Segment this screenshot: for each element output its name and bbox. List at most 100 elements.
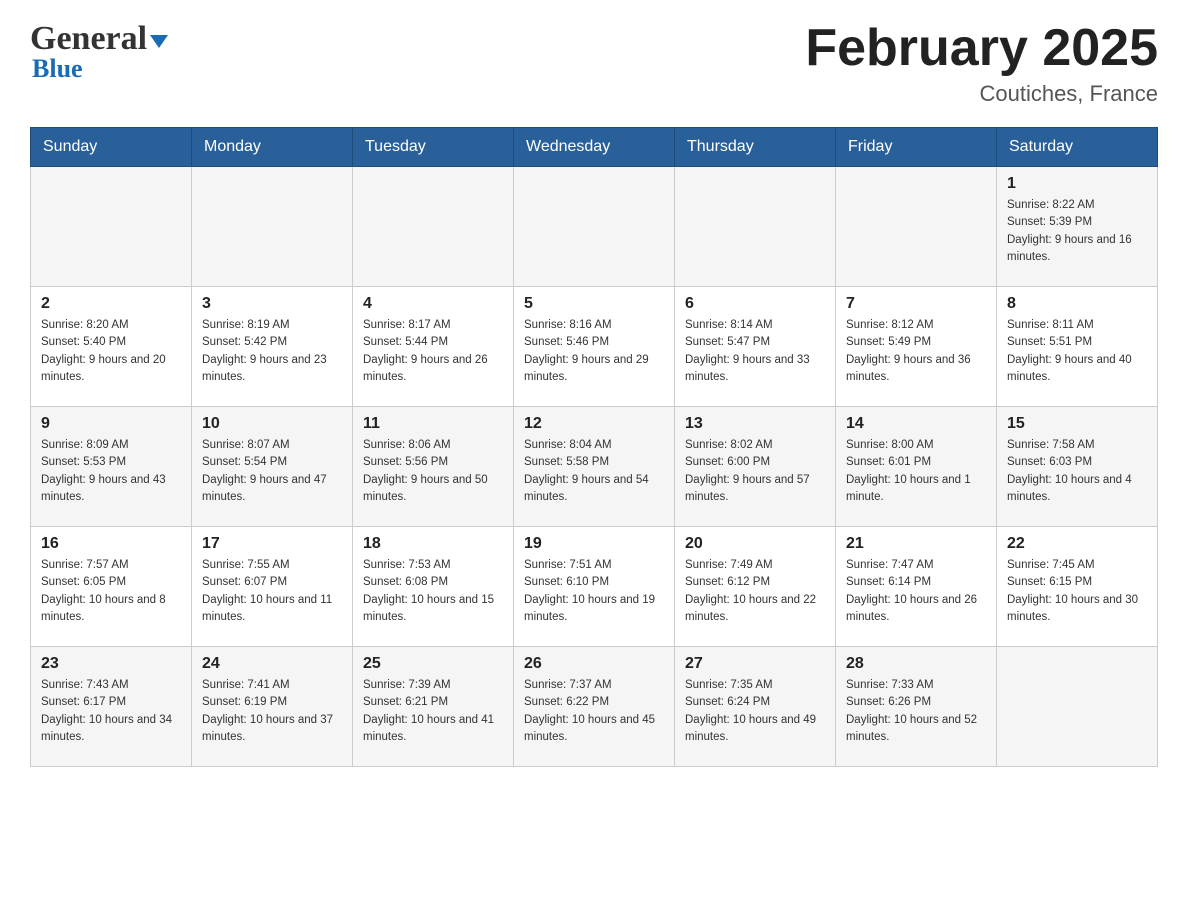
day-number: 24 bbox=[202, 655, 342, 673]
calendar-day-cell: 6Sunrise: 8:14 AMSunset: 5:47 PMDaylight… bbox=[675, 287, 836, 407]
calendar-day-cell: 13 Sunrise: 8:02 AMSunset: 6:00 PMDayligh… bbox=[675, 407, 836, 527]
calendar-day-cell: 26 Sunrise: 7:37 AMSunset: 6:22 PMDayligh… bbox=[514, 647, 675, 767]
day-info: Sunrise: 7:37 AMSunset: 6:22 PMDaylight:… bbox=[524, 677, 664, 746]
day-number: 7 bbox=[846, 295, 986, 313]
calendar-day-cell: 12 Sunrise: 8:04 AMSunset: 5:58 PMDayligh… bbox=[514, 407, 675, 527]
day-info: Sunrise: 7:41 AMSunset: 6:19 PMDaylight:… bbox=[202, 677, 342, 746]
calendar-day-cell bbox=[31, 167, 192, 287]
day-number: 9 bbox=[41, 415, 181, 433]
day-number: 8 bbox=[1007, 295, 1147, 313]
calendar-day-cell: 24 Sunrise: 7:41 AMSunset: 6:19 PMDayligh… bbox=[192, 647, 353, 767]
calendar-day-cell bbox=[675, 167, 836, 287]
day-of-week-header: Saturday bbox=[997, 128, 1158, 167]
calendar-day-cell: 10 Sunrise: 8:07 AMSunset: 5:54 PMDayligh… bbox=[192, 407, 353, 527]
day-info: Sunrise: 8:07 AMSunset: 5:54 PMDaylight:… bbox=[202, 437, 342, 506]
day-number: 5 bbox=[524, 295, 664, 313]
day-number: 28 bbox=[846, 655, 986, 673]
calendar-day-cell bbox=[514, 167, 675, 287]
day-info: Sunrise: 7:47 AMSunset: 6:14 PMDaylight:… bbox=[846, 557, 986, 626]
day-of-week-header: Sunday bbox=[31, 128, 192, 167]
day-info: Sunrise: 8:17 AMSunset: 5:44 PMDaylight:… bbox=[363, 317, 503, 386]
calendar-day-cell: 20 Sunrise: 7:49 AMSunset: 6:12 PMDayligh… bbox=[675, 527, 836, 647]
calendar-week-row: 23 Sunrise: 7:43 AMSunset: 6:17 PMDayligh… bbox=[31, 647, 1158, 767]
day-of-week-header: Thursday bbox=[675, 128, 836, 167]
day-number: 13 bbox=[685, 415, 825, 433]
calendar-day-cell: 8Sunrise: 8:11 AMSunset: 5:51 PMDaylight… bbox=[997, 287, 1158, 407]
calendar-day-cell: 17Sunrise: 7:55 AMSunset: 6:07 PMDayligh… bbox=[192, 527, 353, 647]
day-number: 11 bbox=[363, 415, 503, 433]
day-number: 22 bbox=[1007, 535, 1147, 553]
location-title: Coutiches, France bbox=[805, 81, 1158, 107]
calendar-day-cell: 11 Sunrise: 8:06 AMSunset: 5:56 PMDayligh… bbox=[353, 407, 514, 527]
day-info: Sunrise: 7:57 AMSunset: 6:05 PMDaylight:… bbox=[41, 557, 181, 626]
calendar-day-cell: 21 Sunrise: 7:47 AMSunset: 6:14 PMDayligh… bbox=[836, 527, 997, 647]
calendar-day-cell bbox=[192, 167, 353, 287]
calendar-day-cell bbox=[836, 167, 997, 287]
calendar-day-cell bbox=[353, 167, 514, 287]
calendar-week-row: 1Sunrise: 8:22 AMSunset: 5:39 PMDaylight… bbox=[31, 167, 1158, 287]
day-number: 3 bbox=[202, 295, 342, 313]
calendar-day-cell: 9 Sunrise: 8:09 AMSunset: 5:53 PMDaylight… bbox=[31, 407, 192, 527]
logo-triangle-icon bbox=[150, 35, 168, 48]
day-info: Sunrise: 7:45 AMSunset: 6:15 PMDaylight:… bbox=[1007, 557, 1147, 626]
calendar-day-cell: 16 Sunrise: 7:57 AMSunset: 6:05 PMDayligh… bbox=[31, 527, 192, 647]
day-number: 19 bbox=[524, 535, 664, 553]
calendar-week-row: 9 Sunrise: 8:09 AMSunset: 5:53 PMDaylight… bbox=[31, 407, 1158, 527]
calendar-day-cell: 28 Sunrise: 7:33 AMSunset: 6:26 PMDayligh… bbox=[836, 647, 997, 767]
calendar-day-cell: 19 Sunrise: 7:51 AMSunset: 6:10 PMDayligh… bbox=[514, 527, 675, 647]
day-info: Sunrise: 7:58 AMSunset: 6:03 PMDaylight:… bbox=[1007, 437, 1147, 506]
day-info: Sunrise: 7:39 AMSunset: 6:21 PMDaylight:… bbox=[363, 677, 503, 746]
logo-blue: Blue bbox=[32, 54, 83, 84]
day-number: 2 bbox=[41, 295, 181, 313]
day-info: Sunrise: 8:02 AMSunset: 6:00 PMDaylight:… bbox=[685, 437, 825, 506]
calendar-day-cell: 23 Sunrise: 7:43 AMSunset: 6:17 PMDayligh… bbox=[31, 647, 192, 767]
day-number: 10 bbox=[202, 415, 342, 433]
day-info: Sunrise: 8:12 AMSunset: 5:49 PMDaylight:… bbox=[846, 317, 986, 386]
calendar-week-row: 2 Sunrise: 8:20 AMSunset: 5:40 PMDaylight… bbox=[31, 287, 1158, 407]
calendar-day-cell: 22 Sunrise: 7:45 AMSunset: 6:15 PMDayligh… bbox=[997, 527, 1158, 647]
day-info: Sunrise: 8:00 AMSunset: 6:01 PMDaylight:… bbox=[846, 437, 986, 506]
day-of-week-header: Friday bbox=[836, 128, 997, 167]
calendar-day-cell: 27 Sunrise: 7:35 AMSunset: 6:24 PMDayligh… bbox=[675, 647, 836, 767]
calendar-day-cell: 2 Sunrise: 8:20 AMSunset: 5:40 PMDaylight… bbox=[31, 287, 192, 407]
day-number: 4 bbox=[363, 295, 503, 313]
calendar-table: SundayMondayTuesdayWednesdayThursdayFrid… bbox=[30, 127, 1158, 767]
day-info: Sunrise: 7:51 AMSunset: 6:10 PMDaylight:… bbox=[524, 557, 664, 626]
day-info: Sunrise: 8:19 AMSunset: 5:42 PMDaylight:… bbox=[202, 317, 342, 386]
day-number: 26 bbox=[524, 655, 664, 673]
day-info: Sunrise: 7:43 AMSunset: 6:17 PMDaylight:… bbox=[41, 677, 181, 746]
calendar-week-row: 16 Sunrise: 7:57 AMSunset: 6:05 PMDayligh… bbox=[31, 527, 1158, 647]
day-info: Sunrise: 8:04 AMSunset: 5:58 PMDaylight:… bbox=[524, 437, 664, 506]
calendar-day-cell bbox=[997, 647, 1158, 767]
day-number: 12 bbox=[524, 415, 664, 433]
day-info: Sunrise: 8:14 AMSunset: 5:47 PMDaylight:… bbox=[685, 317, 825, 386]
month-title: February 2025 bbox=[805, 20, 1158, 77]
day-of-week-header: Wednesday bbox=[514, 128, 675, 167]
day-of-week-header: Monday bbox=[192, 128, 353, 167]
day-number: 1 bbox=[1007, 175, 1147, 193]
day-info: Sunrise: 8:16 AMSunset: 5:46 PMDaylight:… bbox=[524, 317, 664, 386]
calendar-day-cell: 14Sunrise: 8:00 AMSunset: 6:01 PMDayligh… bbox=[836, 407, 997, 527]
day-info: Sunrise: 7:49 AMSunset: 6:12 PMDaylight:… bbox=[685, 557, 825, 626]
calendar-day-cell: 15 Sunrise: 7:58 AMSunset: 6:03 PMDayligh… bbox=[997, 407, 1158, 527]
calendar-day-cell: 1Sunrise: 8:22 AMSunset: 5:39 PMDaylight… bbox=[997, 167, 1158, 287]
day-number: 16 bbox=[41, 535, 181, 553]
day-info: Sunrise: 7:35 AMSunset: 6:24 PMDaylight:… bbox=[685, 677, 825, 746]
day-info: Sunrise: 7:33 AMSunset: 6:26 PMDaylight:… bbox=[846, 677, 986, 746]
day-number: 27 bbox=[685, 655, 825, 673]
day-info: Sunrise: 8:06 AMSunset: 5:56 PMDaylight:… bbox=[363, 437, 503, 506]
day-number: 23 bbox=[41, 655, 181, 673]
day-number: 15 bbox=[1007, 415, 1147, 433]
calendar-day-cell: 5 Sunrise: 8:16 AMSunset: 5:46 PMDaylight… bbox=[514, 287, 675, 407]
day-info: Sunrise: 7:53 AMSunset: 6:08 PMDaylight:… bbox=[363, 557, 503, 626]
day-number: 21 bbox=[846, 535, 986, 553]
day-number: 18 bbox=[363, 535, 503, 553]
day-info: Sunrise: 8:09 AMSunset: 5:53 PMDaylight:… bbox=[41, 437, 181, 506]
calendar-day-cell: 25Sunrise: 7:39 AMSunset: 6:21 PMDayligh… bbox=[353, 647, 514, 767]
day-number: 17 bbox=[202, 535, 342, 553]
day-number: 20 bbox=[685, 535, 825, 553]
day-of-week-header: Tuesday bbox=[353, 128, 514, 167]
day-info: Sunrise: 8:20 AMSunset: 5:40 PMDaylight:… bbox=[41, 317, 181, 386]
logo: General Blue bbox=[30, 20, 168, 84]
calendar-day-cell: 3 Sunrise: 8:19 AMSunset: 5:42 PMDaylight… bbox=[192, 287, 353, 407]
